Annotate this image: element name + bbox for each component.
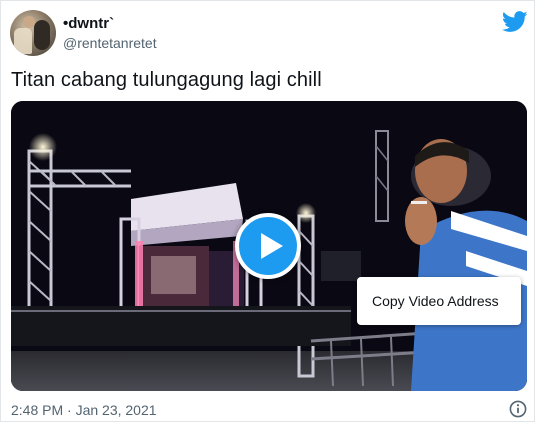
timestamp[interactable]: 2:48 PM · Jan 23, 2021 [11,402,157,418]
video-context-menu: Copy Video Address [357,277,521,325]
avatar[interactable] [10,10,56,56]
play-button[interactable] [235,213,301,279]
tweet-text: Titan cabang tulungagung lagi chill [11,69,322,91]
video-player[interactable]: Copy Video Address [11,101,527,391]
handle[interactable]: @rentetanretet [63,35,157,51]
copy-video-address-item[interactable]: Copy Video Address [372,293,499,309]
info-icon[interactable] [509,400,527,418]
play-icon [261,233,283,259]
display-name[interactable]: •dwntr` [63,15,114,32]
tweet-card: •dwntr` @rentetanretet Titan cabang tulu… [0,0,535,422]
twitter-bird-icon[interactable] [502,11,528,33]
